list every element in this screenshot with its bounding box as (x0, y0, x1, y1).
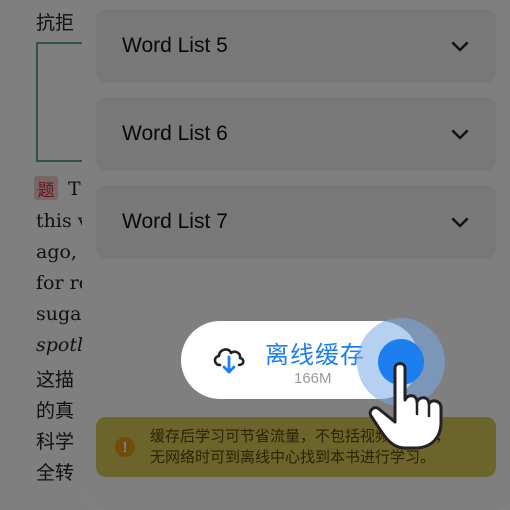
offline-cache-title: 离线缓存 (265, 342, 365, 369)
offline-cache-size: 166M (294, 370, 332, 387)
cloud-download-icon (213, 348, 245, 374)
pointing-hand-icon (368, 362, 443, 450)
